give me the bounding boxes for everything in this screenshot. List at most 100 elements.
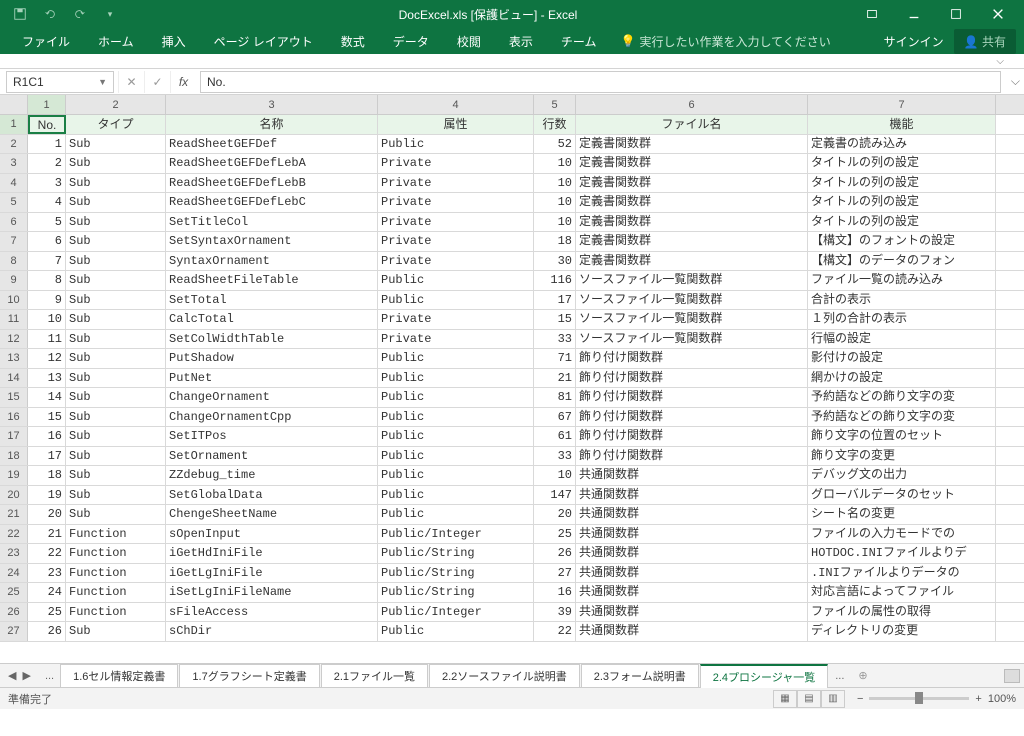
cell-attr[interactable]: Private	[378, 213, 534, 232]
cell-func[interactable]: 合計の表示	[808, 291, 996, 310]
cell-no[interactable]: 10	[28, 310, 66, 329]
cell-file[interactable]: 共通関数群	[576, 525, 808, 544]
cell-name[interactable]: sOpenInput	[166, 525, 378, 544]
cell-file[interactable]: 飾り付け関数群	[576, 349, 808, 368]
cell-func[interactable]: シート名の変更	[808, 505, 996, 524]
cell-type[interactable]: Sub	[66, 252, 166, 271]
cell-lines[interactable]: 17	[534, 291, 576, 310]
row-header[interactable]: 13	[0, 349, 28, 368]
cell-lines[interactable]: 18	[534, 232, 576, 251]
cell-file[interactable]: 飾り付け関数群	[576, 447, 808, 466]
cell-name[interactable]: PutNet	[166, 369, 378, 388]
row-header[interactable]: 8	[0, 252, 28, 271]
row-header[interactable]: 16	[0, 408, 28, 427]
row-header[interactable]: 25	[0, 583, 28, 602]
cell-no[interactable]: 2	[28, 154, 66, 173]
collapse-ribbon-icon[interactable]: ⌵	[996, 56, 1004, 67]
cell-type[interactable]: Function	[66, 583, 166, 602]
enter-icon[interactable]: ✓	[144, 71, 170, 93]
cell-file[interactable]: 定義書関数群	[576, 232, 808, 251]
cell-no[interactable]: 7	[28, 252, 66, 271]
cell-file[interactable]: 定義書関数群	[576, 193, 808, 212]
cell-type[interactable]: Function	[66, 525, 166, 544]
tab-file[interactable]: ファイル	[8, 28, 84, 54]
row-header[interactable]: 27	[0, 622, 28, 641]
cell-func[interactable]: 定義書の読み込み	[808, 135, 996, 154]
cell-type[interactable]: Sub	[66, 271, 166, 290]
tab-layout[interactable]: ページ レイアウト	[200, 28, 327, 54]
cell-no[interactable]: 23	[28, 564, 66, 583]
row-header[interactable]: 1	[0, 115, 28, 134]
cell-attr[interactable]: Public	[378, 369, 534, 388]
cell-name[interactable]: PutShadow	[166, 349, 378, 368]
cell-no[interactable]: 4	[28, 193, 66, 212]
cell-lines[interactable]: 33	[534, 447, 576, 466]
cell-attr[interactable]: Private	[378, 232, 534, 251]
tab-insert[interactable]: 挿入	[148, 28, 200, 54]
expand-formula-icon[interactable]: ⌵	[1007, 74, 1024, 89]
cell-name[interactable]: SetITPos	[166, 427, 378, 446]
hscroll-left[interactable]	[1004, 669, 1020, 683]
cell-name[interactable]: iGetHdIniFile	[166, 544, 378, 563]
cell-name[interactable]: ZZdebug_time	[166, 466, 378, 485]
ribbon-display-icon[interactable]	[852, 2, 892, 26]
cell-lines[interactable]: 26	[534, 544, 576, 563]
cell-attr[interactable]: Public	[378, 388, 534, 407]
cell-no[interactable]: 13	[28, 369, 66, 388]
cell-no[interactable]: 22	[28, 544, 66, 563]
cell-lines[interactable]: 20	[534, 505, 576, 524]
cell-lines[interactable]: 52	[534, 135, 576, 154]
cell-no[interactable]: 11	[28, 330, 66, 349]
nav-next-icon[interactable]: ▶	[22, 669, 30, 682]
cell-attr[interactable]: Public	[378, 135, 534, 154]
row-header[interactable]: 7	[0, 232, 28, 251]
cell-name[interactable]: SetOrnament	[166, 447, 378, 466]
cell-lines[interactable]: 30	[534, 252, 576, 271]
cell-func[interactable]: 【構文】のフォントの設定	[808, 232, 996, 251]
cell-file[interactable]: ソースファイル一覧関数群	[576, 310, 808, 329]
cell-lines[interactable]: 27	[534, 564, 576, 583]
cell-file[interactable]: 定義書関数群	[576, 135, 808, 154]
chevron-down-icon[interactable]: ▼	[98, 77, 107, 87]
cell-func[interactable]: ディレクトリの変更	[808, 622, 996, 641]
row-header[interactable]: 6	[0, 213, 28, 232]
cell-func[interactable]: 対応言語によってファイル	[808, 583, 996, 602]
cell-type[interactable]: Sub	[66, 466, 166, 485]
cell-no[interactable]: 12	[28, 349, 66, 368]
view-pagebreak-icon[interactable]: ▥	[821, 690, 845, 708]
cell-type[interactable]: Sub	[66, 427, 166, 446]
cell-lines[interactable]: 15	[534, 310, 576, 329]
cell-attr[interactable]: Public/String	[378, 583, 534, 602]
cell-file[interactable]: 定義書関数群	[576, 252, 808, 271]
fx-icon[interactable]: fx	[170, 71, 196, 93]
cell-attr[interactable]: Public	[378, 291, 534, 310]
cell-lines[interactable]: 10	[534, 466, 576, 485]
cell-name[interactable]: ChengeSheetName	[166, 505, 378, 524]
tab-review[interactable]: 校閲	[443, 28, 495, 54]
cell-file[interactable]: ソースファイル一覧関数群	[576, 291, 808, 310]
cell-file[interactable]: 共通関数群	[576, 564, 808, 583]
row-header[interactable]: 19	[0, 466, 28, 485]
cell-func[interactable]: タイトルの列の設定	[808, 213, 996, 232]
cell-func[interactable]: １列の合計の表示	[808, 310, 996, 329]
cell-lines[interactable]: 10	[534, 174, 576, 193]
cell-type[interactable]: Sub	[66, 135, 166, 154]
cell-no[interactable]: 9	[28, 291, 66, 310]
cell-lines[interactable]: 67	[534, 408, 576, 427]
maximize-icon[interactable]	[936, 2, 976, 26]
cell-attr[interactable]: Public	[378, 271, 534, 290]
cell-lines[interactable]: 61	[534, 427, 576, 446]
col-header[interactable]: 3	[166, 95, 378, 114]
cell-type[interactable]: Sub	[66, 330, 166, 349]
sign-in[interactable]: サインイン	[874, 33, 954, 50]
cell-type[interactable]: Sub	[66, 193, 166, 212]
cell-attr[interactable]: Public	[378, 408, 534, 427]
cell-file[interactable]: 共通関数群	[576, 505, 808, 524]
row-header[interactable]: 12	[0, 330, 28, 349]
cell-no[interactable]: 1	[28, 135, 66, 154]
sheet-more-right[interactable]: ...	[829, 670, 850, 682]
zoom-in-icon[interactable]: +	[975, 693, 981, 705]
sheet-tab[interactable]: 2.2ソースファイル説明書	[429, 664, 580, 687]
cell-attr[interactable]: Public/Integer	[378, 603, 534, 622]
cell-func[interactable]: 予約語などの飾り文字の変	[808, 388, 996, 407]
